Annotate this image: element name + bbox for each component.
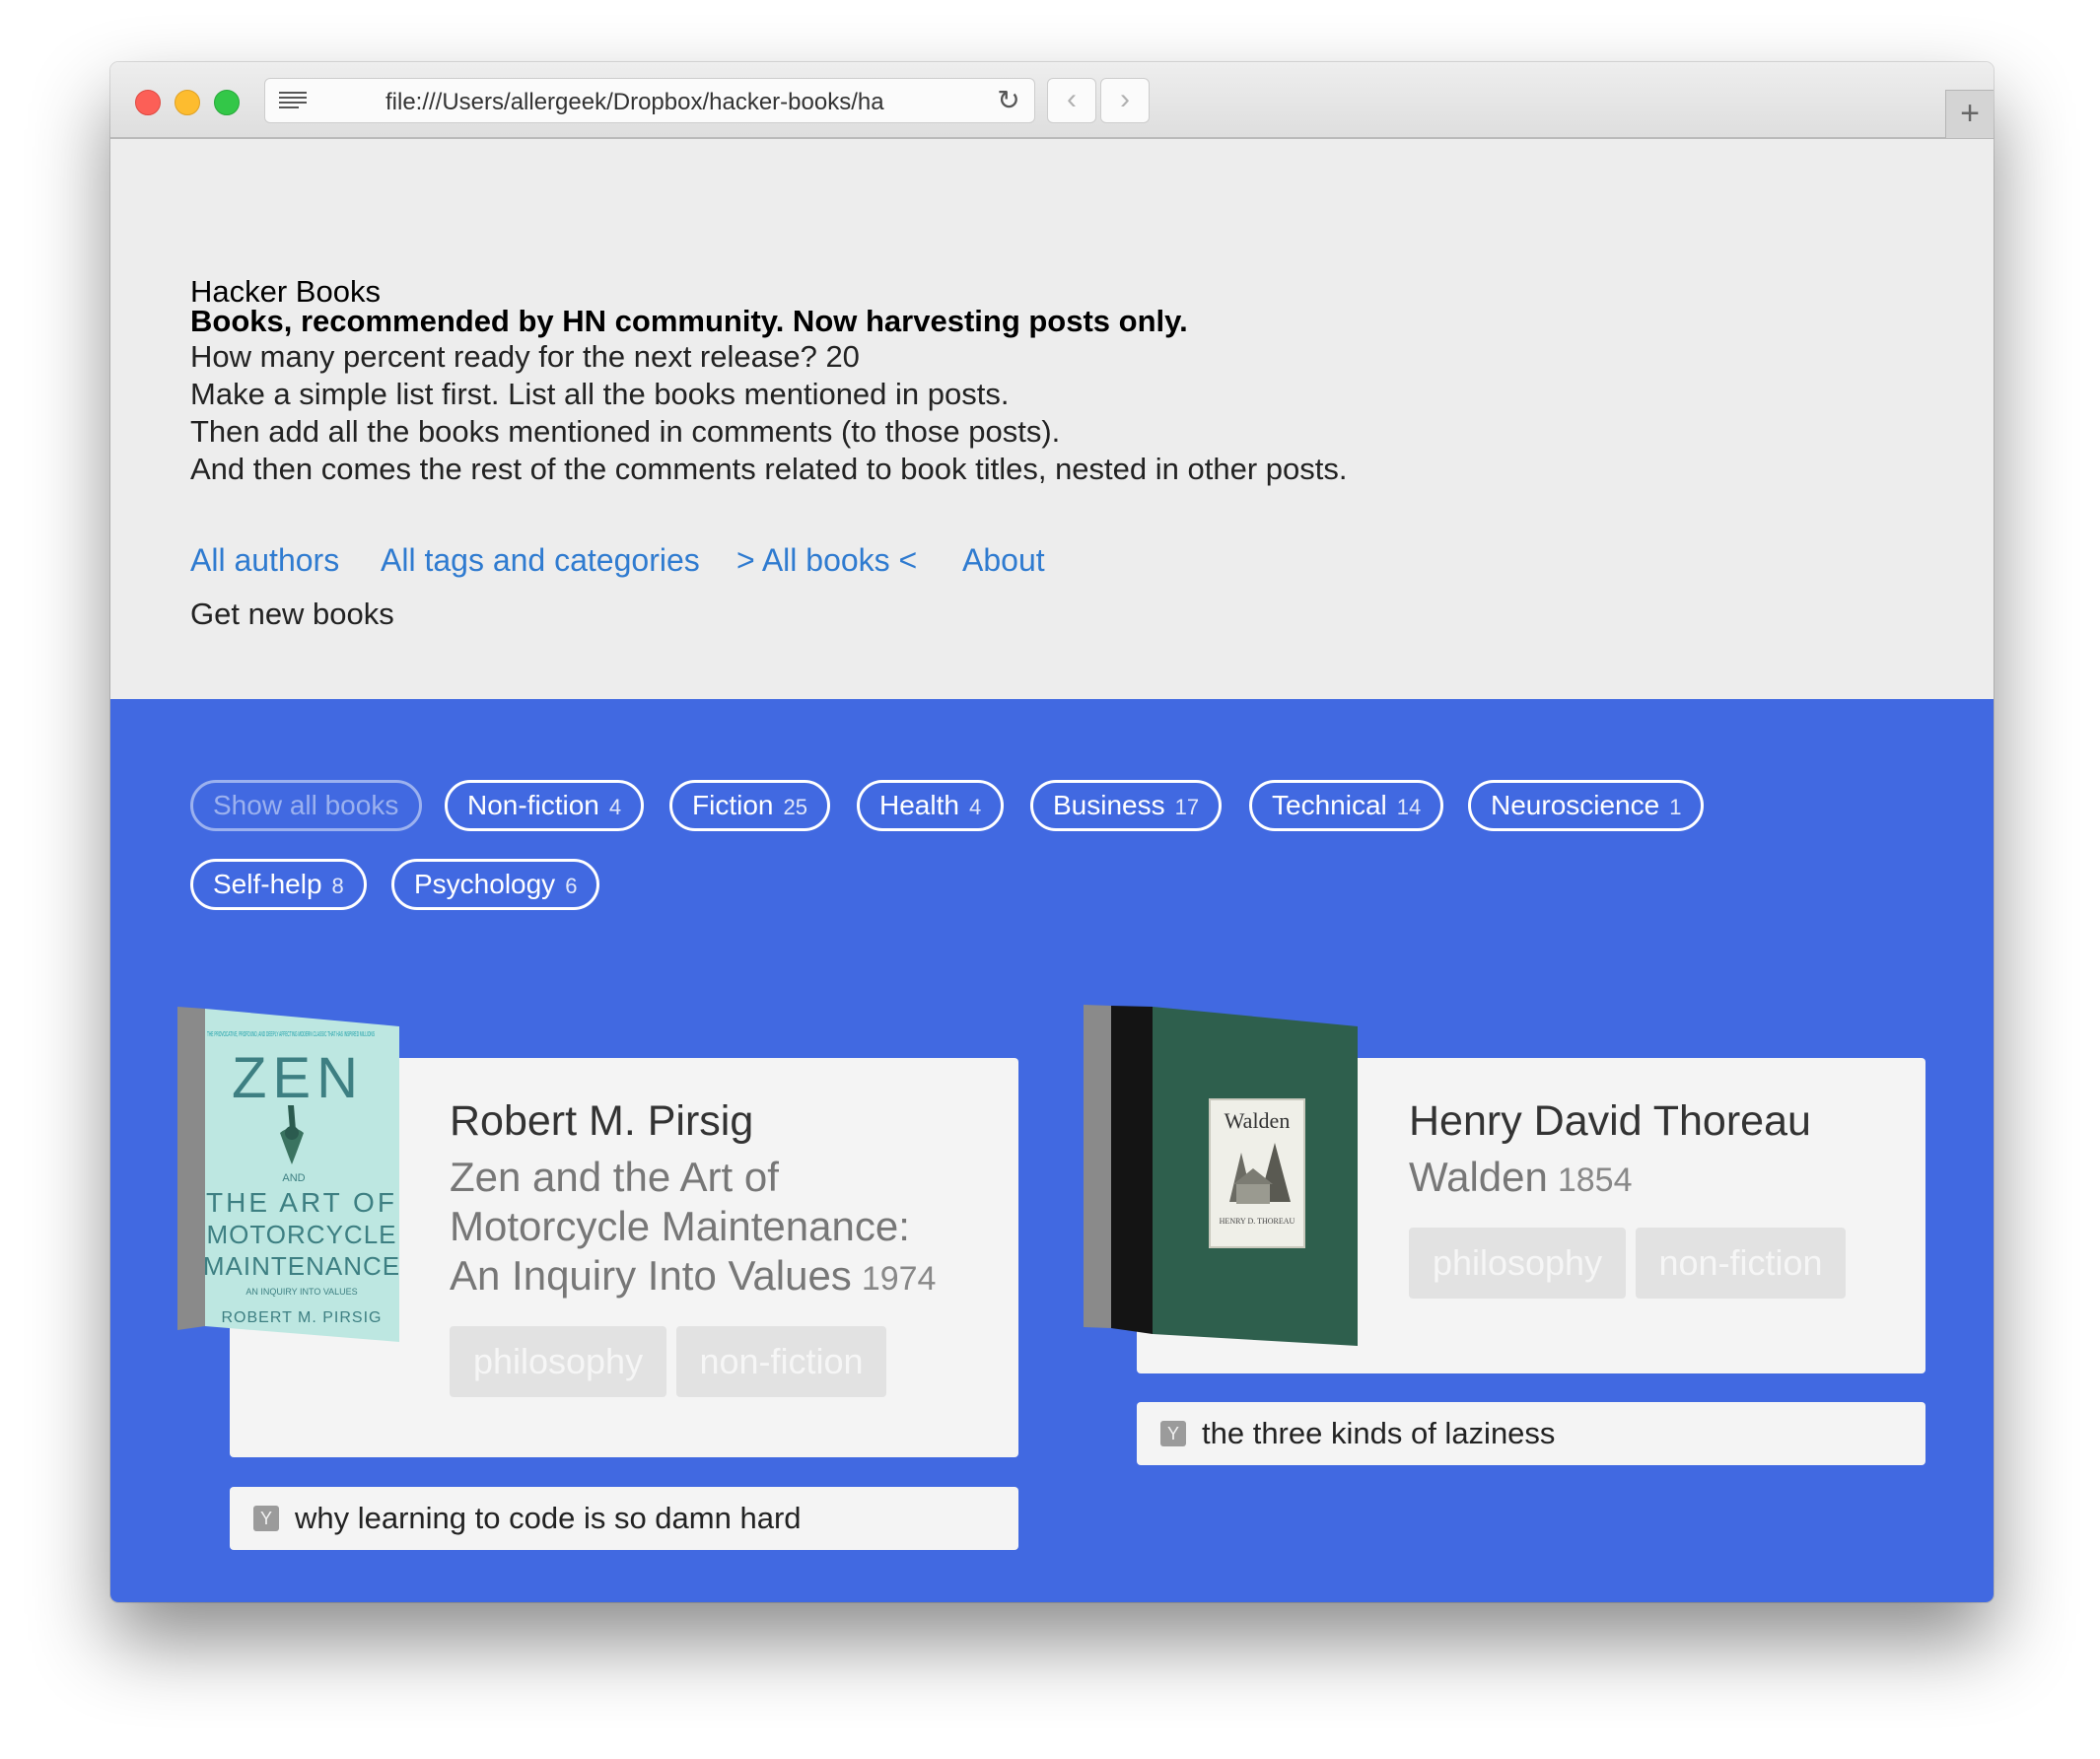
book-title-line: Motorcycle Maintenance:: [450, 1203, 910, 1249]
genre-tag[interactable]: philosophy: [1409, 1228, 1626, 1299]
tag-label: Technical: [1272, 790, 1387, 820]
tag-technical[interactable]: Technical 14: [1249, 780, 1444, 831]
tag-label: Business: [1053, 790, 1165, 820]
tag-count: 1: [1669, 795, 1682, 819]
tag-count: 25: [783, 795, 807, 819]
cover-subtitle: AN INQUIRY INTO VALUES: [245, 1287, 357, 1297]
tag-count: 8: [331, 874, 344, 898]
tag-count: 14: [1396, 795, 1422, 819]
show-all-label: Show all books: [213, 790, 399, 820]
book-author[interactable]: Robert M. Pirsig: [450, 1097, 753, 1146]
nav-all-authors[interactable]: All authors: [190, 542, 339, 579]
tag-self-help[interactable]: Self-help 8: [190, 859, 367, 910]
book-cover-image[interactable]: THE PROVOCATIVE, PROFOUND, AND DEEPLY AF…: [177, 1007, 404, 1342]
hn-link[interactable]: Y the three kinds of laziness: [1137, 1402, 1925, 1465]
cover-walden-title: Walden: [1225, 1108, 1291, 1133]
browser-toolbar: file:///Users/allergeek/Dropbox/hacker-b…: [110, 62, 1994, 139]
book-title[interactable]: Zen and the Art of Motorcycle Maintenanc…: [450, 1153, 936, 1303]
cover-art-of: THE ART OF: [206, 1187, 397, 1218]
book-title-line-with-year: An Inquiry Into Values 1974: [450, 1251, 936, 1303]
tag-label: Health: [879, 790, 959, 820]
tag-psychology[interactable]: Psychology 6: [391, 859, 600, 910]
book-title-line: Zen and the Art of: [450, 1154, 779, 1200]
back-button[interactable]: ‹: [1047, 78, 1096, 123]
cover-maintenance: MAINTENANCE: [203, 1251, 400, 1281]
page-subtitle: Books, recommended by HN community. Now …: [190, 304, 1188, 338]
get-new-books: Get new books: [190, 597, 394, 631]
nav-all-tags[interactable]: All tags and categories: [381, 542, 700, 579]
nav-all-books[interactable]: > All books <: [736, 542, 917, 579]
hn-link-text[interactable]: the three kinds of laziness: [1202, 1416, 1555, 1451]
cover-and: AND: [282, 1172, 305, 1184]
minimize-window-button[interactable]: [175, 90, 200, 115]
book-year: 1974: [861, 1260, 937, 1298]
tag-label: Non-fiction: [467, 790, 599, 820]
close-window-button[interactable]: [135, 90, 161, 115]
tag-count: 4: [968, 795, 982, 819]
reader-icon[interactable]: [279, 91, 307, 110]
genre-tag[interactable]: philosophy: [450, 1326, 666, 1397]
new-tab-button[interactable]: +: [1945, 90, 1994, 138]
browser-window: file:///Users/allergeek/Dropbox/hacker-b…: [110, 62, 1994, 1602]
cover-zen: ZEN: [232, 1046, 364, 1110]
cover-author: ROBERT M. PIRSIG: [222, 1309, 383, 1326]
tag-count: 6: [565, 874, 578, 898]
page-header: Hacker Books Books, recommended by HN co…: [110, 139, 1994, 699]
book-cover-image[interactable]: Walden HENRY D. THOREAU: [1084, 1005, 1358, 1346]
hn-link[interactable]: Y why learning to code is so damn hard: [230, 1487, 1018, 1550]
tag-label: Self-help: [213, 869, 322, 899]
address-bar[interactable]: file:///Users/allergeek/Dropbox/hacker-b…: [264, 78, 1035, 123]
book-year: 1854: [1557, 1161, 1633, 1199]
tag-health[interactable]: Health 4: [857, 780, 1005, 831]
description-line: And then comes the rest of the comments …: [190, 452, 1348, 486]
url-text[interactable]: file:///Users/allergeek/Dropbox/hacker-b…: [385, 89, 918, 116]
hacker-news-icon: Y: [1160, 1421, 1186, 1446]
tag-label: Neuroscience: [1491, 790, 1660, 820]
book-title[interactable]: Walden 1854: [1409, 1153, 1633, 1205]
zoom-window-button[interactable]: [214, 90, 240, 115]
tag-fiction[interactable]: Fiction 25: [669, 780, 830, 831]
description-line: Then add all the books mentioned in comm…: [190, 414, 1061, 449]
tag-label: Psychology: [414, 869, 556, 899]
tag-count: 4: [608, 795, 622, 819]
description-line: Make a simple list first. List all the b…: [190, 377, 1010, 411]
book-author[interactable]: Henry David Thoreau: [1409, 1097, 1811, 1146]
cover-tagline: THE PROVOCATIVE, PROFOUND, AND DEEPLY AF…: [207, 1031, 375, 1038]
hacker-news-icon: Y: [253, 1506, 279, 1531]
cover-walden-author: HENRY D. THOREAU: [1220, 1217, 1295, 1226]
tag-neuroscience[interactable]: Neuroscience 1: [1468, 780, 1705, 831]
reload-icon[interactable]: ↻: [991, 83, 1026, 118]
tag-count: 17: [1174, 795, 1200, 819]
nav-about[interactable]: About: [962, 542, 1045, 579]
genre-tag[interactable]: non-fiction: [1636, 1228, 1846, 1299]
show-all-books-button[interactable]: Show all books: [190, 780, 422, 831]
book-title-line: Walden: [1409, 1154, 1548, 1200]
description-line: How many percent ready for the next rele…: [190, 339, 860, 374]
hn-link-text[interactable]: why learning to code is so damn hard: [295, 1501, 802, 1536]
tag-label: Fiction: [692, 790, 774, 820]
forward-button[interactable]: ›: [1100, 78, 1150, 123]
cover-motorcycle: MOTORCYCLE: [207, 1220, 397, 1249]
tag-business[interactable]: Business 17: [1030, 780, 1223, 831]
books-section: Show all books Non-fiction 4 Fiction 25 He…: [110, 699, 1994, 1602]
tag-non-fiction[interactable]: Non-fiction 4: [445, 780, 645, 831]
genre-tag[interactable]: non-fiction: [676, 1326, 886, 1397]
book-title-line: An Inquiry Into Values: [450, 1252, 852, 1299]
